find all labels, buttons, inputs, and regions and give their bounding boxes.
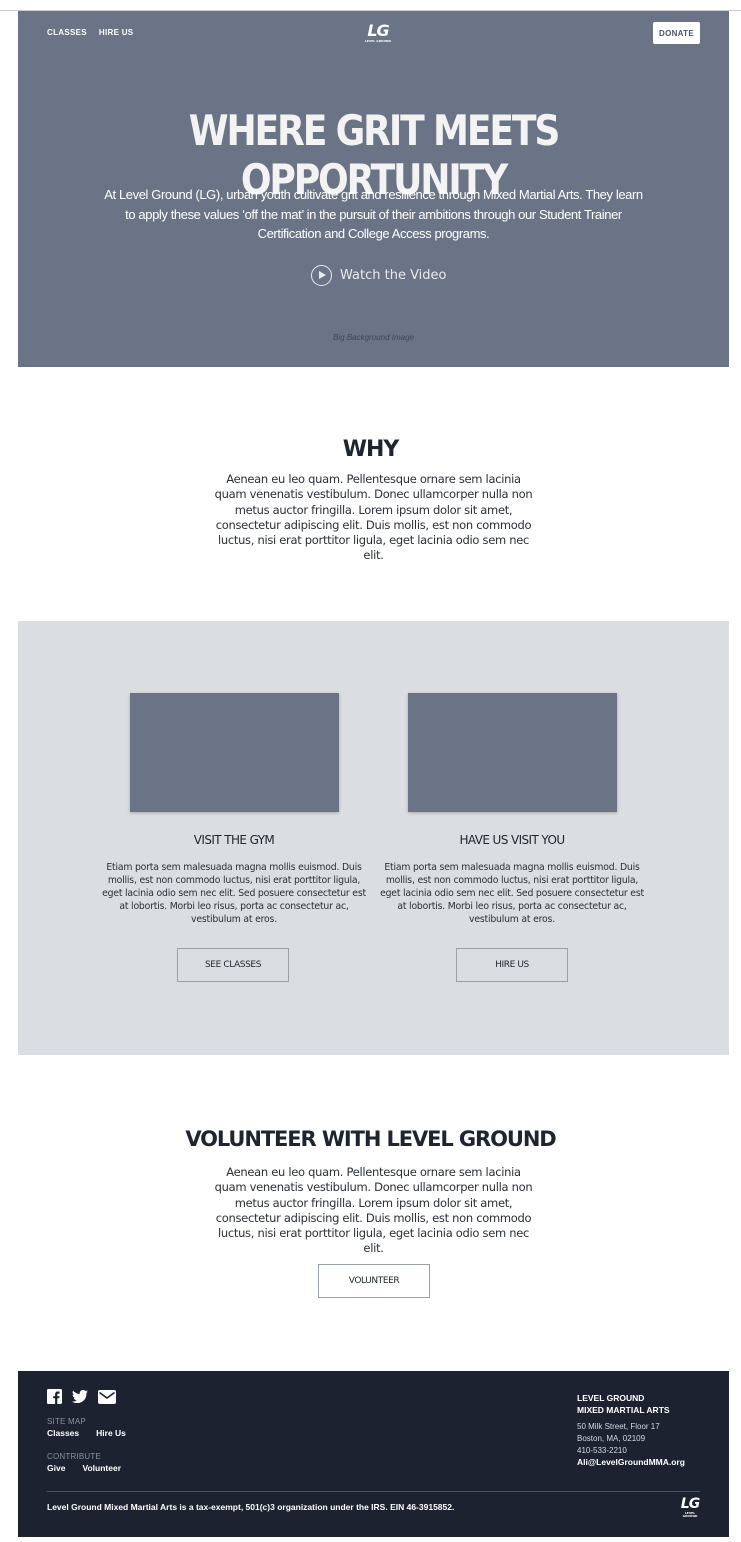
visit-gym-title: VISIT THE GYM bbox=[193, 833, 275, 847]
twitter-icon[interactable] bbox=[72, 1389, 88, 1408]
footer-logo-subtext: LEVEL GROUND bbox=[682, 1511, 698, 1518]
hire-us-title: HAVE US VISIT YOU bbox=[459, 833, 565, 847]
why-title: WHY bbox=[342, 437, 400, 462]
see-classes-button[interactable]: SEE CLASSES bbox=[177, 948, 289, 982]
org-name-line-1: LEVEL GROUND bbox=[577, 1393, 645, 1403]
hire-us-text: Etiam porta sem malesuada magna mollis e… bbox=[380, 862, 644, 925]
footer-logo-mark: LG bbox=[680, 1496, 700, 1512]
logo-subtext: LEVEL GROUND bbox=[364, 39, 392, 43]
org-contact: LEVEL GROUND MIXED MARTIAL ARTS 50 Milk … bbox=[577, 1393, 685, 1468]
main-nav: CLASSES HIRE US bbox=[47, 28, 133, 37]
email-link[interactable]: Ali@LevelGroundMMA.org bbox=[577, 1456, 685, 1468]
why-text: Aenean eu leo quam. Pellentesque ornare … bbox=[214, 472, 533, 563]
logo[interactable]: LG LEVEL GROUND bbox=[363, 23, 393, 43]
footer-classes-link[interactable]: Classes bbox=[47, 1428, 79, 1438]
nav-hire-us-link[interactable]: HIRE US bbox=[99, 28, 134, 37]
footer-give-link[interactable]: Give bbox=[47, 1463, 65, 1473]
social-links bbox=[47, 1389, 116, 1409]
contribute-label: CONTRIBUTE bbox=[47, 1452, 101, 1461]
hero-description: At Level Ground (LG), urban youth cultiv… bbox=[104, 187, 643, 241]
facebook-icon[interactable] bbox=[47, 1389, 62, 1409]
services-section: VISIT THE GYM Etiam porta sem malesuada … bbox=[18, 621, 729, 1055]
org-name-line-2: MIXED MARTIAL ARTS bbox=[577, 1404, 670, 1415]
logo-mark: LG bbox=[367, 21, 389, 40]
volunteer-text: Aenean eu leo quam. Pellentesque ornare … bbox=[214, 1165, 533, 1256]
site-footer: SITE MAP Classes Hire Us CONTRIBUTE Give… bbox=[18, 1371, 729, 1537]
hero-image-caption: Big Background Image bbox=[333, 333, 414, 342]
footer-divider bbox=[47, 1491, 700, 1492]
contribute-links: Give Volunteer bbox=[47, 1463, 121, 1473]
hero-section: CLASSES HIRE US LG LEVEL GROUND DONATE W… bbox=[18, 11, 729, 367]
volunteer-title: VOLUNTEER WITH LEVEL GROUND bbox=[185, 1127, 556, 1151]
footer-volunteer-link[interactable]: Volunteer bbox=[82, 1463, 121, 1473]
donate-button[interactable]: DONATE bbox=[653, 22, 700, 44]
visit-gym-image bbox=[130, 693, 339, 812]
phone-number: 410-533-2210 bbox=[577, 1445, 627, 1455]
play-icon bbox=[311, 265, 332, 286]
email-icon[interactable] bbox=[98, 1389, 116, 1409]
sitemap-label: SITE MAP bbox=[47, 1417, 86, 1426]
legal-notice: Level Ground Mixed Martial Arts is a tax… bbox=[47, 1502, 455, 1512]
footer-logo[interactable]: LG LEVEL GROUND bbox=[678, 1497, 702, 1518]
nav-classes-link[interactable]: CLASSES bbox=[47, 28, 87, 37]
hire-us-button[interactable]: HIRE US bbox=[456, 948, 568, 982]
visit-gym-text: Etiam porta sem malesuada magna mollis e… bbox=[102, 862, 366, 925]
sitemap-links: Classes Hire Us bbox=[47, 1428, 126, 1438]
watch-video-label: Watch the Video bbox=[340, 268, 447, 283]
address-line-2: Boston, MA, 02109 bbox=[577, 1433, 646, 1443]
footer-hire-us-link[interactable]: Hire Us bbox=[96, 1428, 126, 1438]
address-line-1: 50 Milk Street, Floor 17 bbox=[577, 1422, 660, 1431]
watch-video-button[interactable]: Watch the Video bbox=[311, 265, 447, 286]
volunteer-button[interactable]: VOLUNTEER bbox=[318, 1264, 430, 1298]
hire-us-image bbox=[408, 693, 617, 812]
